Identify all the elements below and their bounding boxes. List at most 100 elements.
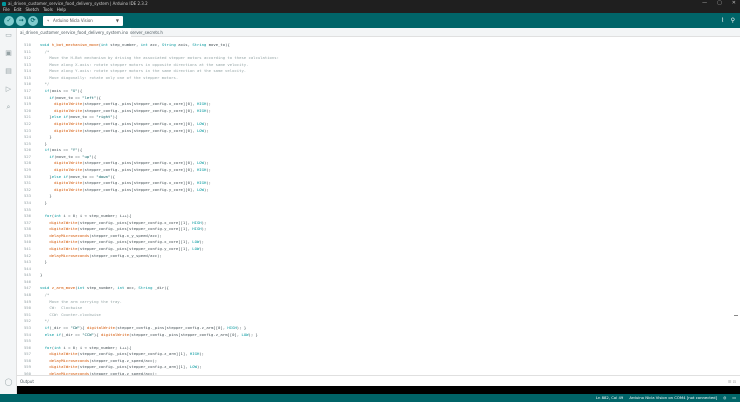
code-line: 533 } — [17, 193, 52, 200]
code-line: 519 digitalWrite(stepper_config._pins[st… — [17, 101, 211, 108]
line-number: 537 — [23, 219, 31, 225]
verify-button[interactable]: ✓ — [4, 16, 14, 26]
code-text: for(int i = 0; i < step_number; i++){ — [44, 213, 132, 219]
line-number: 553 — [23, 324, 31, 330]
line-number: 547 — [23, 285, 31, 291]
line-number: 539 — [23, 232, 31, 238]
code-line: 531 digitalWrite(stepper_config._pins[st… — [17, 180, 211, 187]
code-text: else if(_dir == "CCW"){ digitalWrite(ste… — [44, 331, 258, 337]
code-text: /* — [40, 48, 50, 54]
code-line: 551 CCW: Counter-clockwise — [17, 312, 101, 319]
line-number: 519 — [23, 101, 31, 107]
title-bar: ai_driven_customer_service_food_delivery… — [0, 0, 740, 7]
code-line: 536 for(int i = 0; i < step_number; i++)… — [17, 213, 131, 220]
code-text: delayMicroseconds(stepper_config.z_speed… — [49, 357, 158, 363]
line-number: 532 — [23, 186, 31, 192]
account-icon[interactable]: ◯ — [4, 378, 13, 387]
code-line: 549 Move the arm carrying the tray. — [17, 299, 122, 306]
code-text: if(move_to == "up"){ — [49, 153, 97, 159]
code-line: 524 } — [17, 134, 52, 141]
code-text: delayMicroseconds(stepper_config.x_y_spe… — [49, 252, 162, 258]
search-icon[interactable]: ⌕ — [4, 103, 13, 112]
line-number: 523 — [23, 127, 31, 133]
code-text: Move the arm carrying the tray. — [40, 298, 122, 304]
line-number: 558 — [23, 357, 31, 363]
cursor-position: Ln 882, Col 49 — [595, 395, 624, 400]
tab-main-sketch[interactable]: ai_driven_customer_service_food_delivery… — [17, 28, 132, 37]
code-line: 537 digitalWrite(stepper_config._pins[st… — [17, 220, 206, 227]
code-line: 539 delayMicroseconds(stepper_config.x_y… — [17, 233, 162, 240]
library-icon[interactable]: ▤ — [4, 67, 13, 76]
notification-icon[interactable]: ◎ — [723, 394, 726, 402]
maximize-button[interactable]: ▢ — [717, 0, 722, 7]
code-text: if(axis == "Y"){ — [44, 147, 83, 153]
line-number: 522 — [23, 120, 31, 126]
line-number: 518 — [23, 94, 31, 100]
panel-toggle-icon[interactable]: ▭ — [732, 394, 736, 402]
line-number: 536 — [23, 213, 31, 219]
line-number: 540 — [23, 239, 31, 245]
code-line: 521 }else if(move_to == "right"){ — [17, 114, 117, 121]
scrollbar[interactable] — [734, 315, 738, 316]
code-line: 544 — [17, 266, 40, 273]
line-number: 524 — [23, 134, 31, 140]
code-text: } — [40, 134, 52, 140]
line-number: 515 — [23, 74, 31, 80]
folder-icon[interactable]: ▭ — [4, 31, 13, 40]
code-text: } — [40, 193, 52, 199]
serial-plotter-icon[interactable]: ⌇ — [721, 16, 724, 26]
code-text: Move diagonally: rotate only one of the … — [40, 74, 179, 80]
code-line: 552 */ — [17, 318, 49, 325]
close-button[interactable]: ✕ — [732, 0, 736, 7]
line-number: 543 — [23, 259, 31, 265]
code-line: 511 /* — [17, 49, 49, 56]
line-number: 546 — [23, 278, 31, 284]
code-text: digitalWrite(stepper_config._pins[steppe… — [54, 186, 209, 192]
usb-icon: ⑂ — [47, 18, 50, 23]
toolbar: ✓ → ⟳ ⑂ Arduino Nicla Vision ▼ ⌇ ⚲ — [0, 13, 740, 28]
boards-icon[interactable]: ▣ — [4, 49, 13, 58]
code-line: 556 for(int i = 0; i < step_number; i++)… — [17, 345, 131, 352]
code-line: 543 } — [17, 259, 47, 266]
code-text: Move along Y-axis: rotate stepper motors… — [40, 68, 247, 74]
tab-server-secrets[interactable]: server_secrets.h — [127, 28, 166, 37]
code-line: 510 void h_bot_mechanism_move(int step_nu… — [17, 42, 230, 49]
code-text: digitalWrite(stepper_config._pins[steppe… — [54, 167, 212, 173]
code-text: if(move_to == "left"){ — [49, 94, 101, 100]
code-line: 520 digitalWrite(stepper_config._pins[st… — [17, 108, 211, 115]
code-line: 527 if(move_to == "up"){ — [17, 154, 96, 161]
code-text: digitalWrite(stepper_config._pins[steppe… — [54, 120, 209, 126]
debug-icon[interactable]: ▷ — [4, 85, 13, 94]
code-text: delayMicroseconds(stepper_config.x_y_spe… — [49, 232, 162, 238]
code-line: 538 digitalWrite(stepper_config._pins[st… — [17, 226, 206, 233]
line-number: 550 — [23, 305, 31, 311]
board-selector[interactable]: ⑂ Arduino Nicla Vision ▼ — [43, 16, 123, 26]
minimize-button[interactable]: — — [702, 0, 707, 7]
code-text: digitalWrite(stepper_config._pins[steppe… — [54, 180, 212, 186]
code-line: 534 } — [17, 200, 47, 207]
line-number: 548 — [23, 292, 31, 298]
line-number: 542 — [23, 252, 31, 258]
code-text: void h_bot_mechanism_move(int step_numbe… — [40, 42, 230, 47]
code-text: Move along X-axis: rotate stepper motors… — [40, 61, 249, 67]
line-number: 535 — [23, 206, 31, 212]
code-text: */ — [40, 318, 50, 324]
line-number: 514 — [23, 68, 31, 74]
code-text: */ — [40, 81, 50, 87]
code-line: 514 Move along Y-axis: rotate stepper mo… — [17, 68, 246, 75]
line-number: 559 — [23, 364, 31, 370]
upload-button[interactable]: → — [16, 16, 26, 26]
code-text: }else if(move_to == "right"){ — [40, 114, 118, 120]
code-editor[interactable]: 510 void h_bot_mechanism_move(int step_nu… — [17, 37, 740, 375]
code-line: 517 if(axis == "X"){ — [17, 88, 82, 95]
line-number: 551 — [23, 311, 31, 317]
code-text: } — [40, 199, 48, 205]
serial-monitor-icon[interactable]: ⚲ — [731, 16, 735, 26]
board-status[interactable]: Arduino Nicla Vision on COM4 [not connec… — [629, 394, 717, 402]
code-text: digitalWrite(stepper_config._pins[steppe… — [54, 101, 212, 107]
code-line: 542 delayMicroseconds(stepper_config.x_y… — [17, 253, 162, 260]
line-number: 531 — [23, 180, 31, 186]
code-line: 532 digitalWrite(stepper_config._pins[st… — [17, 187, 209, 194]
code-line: 541 digitalWrite(stepper_config._pins[st… — [17, 246, 204, 253]
debug-button[interactable]: ⟳ — [28, 16, 38, 26]
